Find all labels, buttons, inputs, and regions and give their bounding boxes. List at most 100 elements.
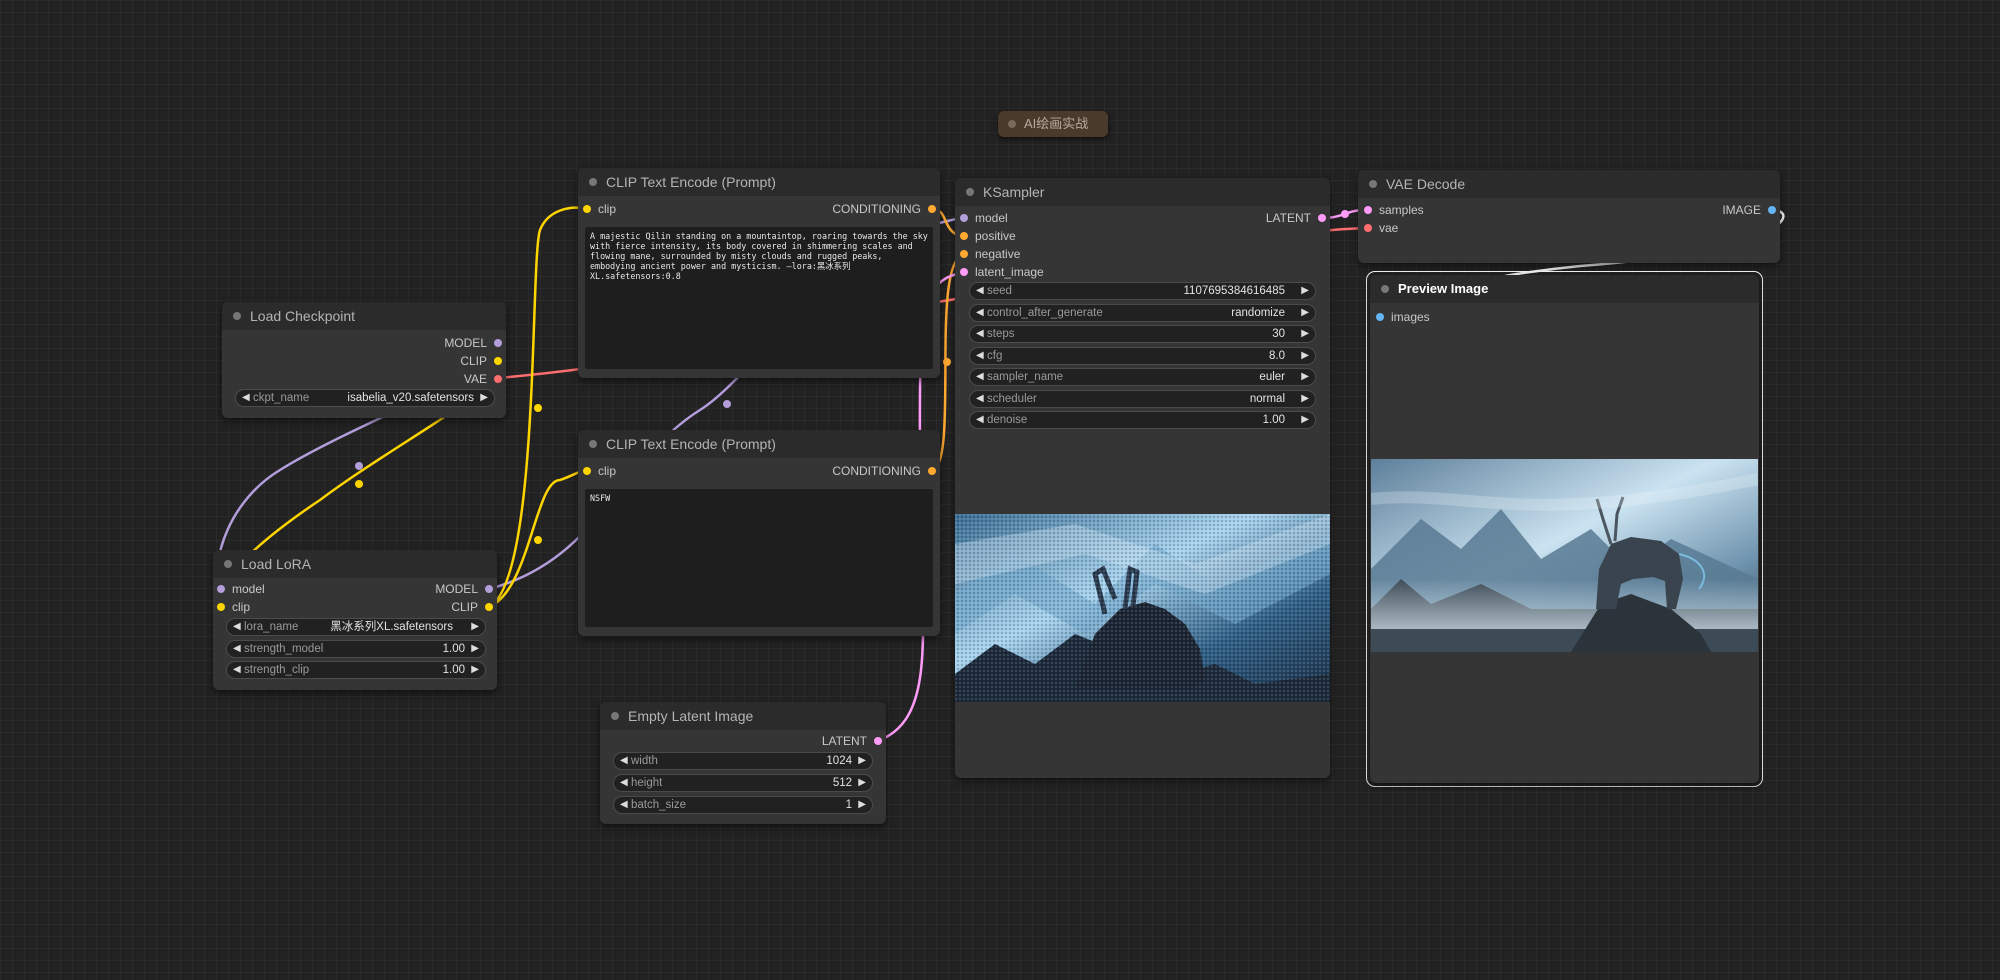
increment-arrow-icon[interactable]: ▶ — [1301, 391, 1309, 407]
output-slot-latent[interactable]: LATENT — [822, 733, 882, 749]
widget-strength-model[interactable]: ◀ strength_model 1.00 ▶ — [226, 640, 486, 658]
increment-arrow-icon[interactable]: ▶ — [471, 662, 479, 678]
input-slot-clip[interactable]: clip — [583, 463, 616, 479]
collapse-dot-icon[interactable] — [611, 712, 619, 720]
output-slot-clip[interactable]: CLIP — [460, 353, 502, 369]
decrement-arrow-icon[interactable]: ◀ — [976, 305, 984, 321]
slot-dot-icon[interactable] — [960, 214, 968, 222]
decrement-arrow-icon[interactable]: ◀ — [976, 369, 984, 385]
increment-arrow-icon[interactable]: ▶ — [471, 641, 479, 657]
decrement-arrow-icon[interactable]: ◀ — [976, 326, 984, 342]
decrement-arrow-icon[interactable]: ◀ — [620, 775, 628, 791]
node-empty-latent-image[interactable]: Empty Latent Image LATENT ◀ width 1024 ▶… — [600, 702, 886, 824]
increment-arrow-icon[interactable]: ▶ — [1301, 348, 1309, 364]
prompt-textarea[interactable]: A majestic Qilin standing on a mountaint… — [585, 227, 933, 369]
widget-lora-name[interactable]: ◀ lora_name 黑冰系列XL.safetensors ▶ — [226, 618, 486, 636]
output-slot-clip[interactable]: CLIP — [451, 599, 493, 615]
widget-width[interactable]: ◀ width 1024 ▶ — [613, 752, 873, 770]
node-title-bar[interactable]: VAE Decode — [1358, 170, 1780, 198]
output-slot-image[interactable]: IMAGE — [1722, 202, 1776, 218]
decrement-arrow-icon[interactable]: ◀ — [976, 391, 984, 407]
decrement-arrow-icon[interactable]: ◀ — [233, 619, 241, 635]
output-slot-latent[interactable]: LATENT — [1266, 210, 1326, 226]
output-slot-conditioning[interactable]: CONDITIONING — [832, 463, 936, 479]
decrement-arrow-icon[interactable]: ◀ — [233, 641, 241, 657]
node-title-bar[interactable]: Load LoRA — [213, 550, 497, 578]
collapse-dot-icon[interactable] — [589, 440, 597, 448]
collapse-dot-icon[interactable] — [966, 188, 974, 196]
decrement-arrow-icon[interactable]: ◀ — [976, 283, 984, 299]
decrement-arrow-icon[interactable]: ◀ — [233, 662, 241, 678]
widget-denoise[interactable]: ◀ denoise 1.00 ▶ — [969, 411, 1316, 429]
decrement-arrow-icon[interactable]: ◀ — [620, 753, 628, 769]
widget-ckpt-name[interactable]: ◀ ckpt_name isabelia_v20.safetensors ▶ — [235, 389, 495, 407]
slot-dot-icon[interactable] — [1364, 206, 1372, 214]
output-slot-model[interactable]: MODEL — [435, 581, 493, 597]
node-load-checkpoint[interactable]: Load Checkpoint MODEL CLIP VAE ◀ ckpt_na… — [222, 302, 506, 418]
output-slot-conditioning[interactable]: CONDITIONING — [832, 201, 936, 217]
slot-dot-icon[interactable] — [583, 205, 591, 213]
input-slot-vae[interactable]: vae — [1364, 220, 1398, 236]
widget-seed[interactable]: ◀ seed 1107695384616485 ▶ — [969, 282, 1316, 300]
input-slot-samples[interactable]: samples — [1364, 202, 1424, 218]
collapse-dot-icon[interactable] — [224, 560, 232, 568]
increment-arrow-icon[interactable]: ▶ — [858, 753, 866, 769]
decrement-arrow-icon[interactable]: ◀ — [976, 348, 984, 364]
slot-dot-icon[interactable] — [217, 603, 225, 611]
slot-dot-icon[interactable] — [583, 467, 591, 475]
slot-dot-icon[interactable] — [217, 585, 225, 593]
input-slot-latent-image[interactable]: latent_image — [960, 264, 1044, 280]
decrement-arrow-icon[interactable]: ◀ — [242, 390, 250, 406]
increment-arrow-icon[interactable]: ▶ — [480, 390, 488, 406]
node-title-bar[interactable]: Preview Image — [1370, 275, 1759, 303]
slot-dot-icon[interactable] — [1364, 224, 1372, 232]
output-slot-model[interactable]: MODEL — [444, 335, 502, 351]
slot-dot-icon[interactable] — [960, 250, 968, 258]
input-slot-model[interactable]: model — [960, 210, 1008, 226]
input-slot-clip[interactable]: clip — [583, 201, 616, 217]
node-clip-text-encode-negative[interactable]: CLIP Text Encode (Prompt) clip CONDITION… — [578, 430, 940, 636]
input-slot-negative[interactable]: negative — [960, 246, 1020, 262]
widget-sampler-name[interactable]: ◀ sampler_name euler ▶ — [969, 368, 1316, 386]
slot-dot-icon[interactable] — [928, 467, 936, 475]
node-clip-text-encode-positive[interactable]: CLIP Text Encode (Prompt) clip CONDITION… — [578, 168, 940, 378]
slot-dot-icon[interactable] — [485, 585, 493, 593]
node-load-lora[interactable]: Load LoRA model clip MODEL CLIP ◀ lora_n… — [213, 550, 497, 690]
decrement-arrow-icon[interactable]: ◀ — [620, 797, 628, 813]
output-slot-vae[interactable]: VAE — [464, 371, 502, 387]
slot-dot-icon[interactable] — [960, 268, 968, 276]
slot-dot-icon[interactable] — [494, 357, 502, 365]
widget-strength-clip[interactable]: ◀ strength_clip 1.00 ▶ — [226, 661, 486, 679]
collapse-dot-icon[interactable] — [233, 312, 241, 320]
increment-arrow-icon[interactable]: ▶ — [858, 797, 866, 813]
slot-dot-icon[interactable] — [874, 737, 882, 745]
slot-dot-icon[interactable] — [1768, 206, 1776, 214]
increment-arrow-icon[interactable]: ▶ — [1301, 326, 1309, 342]
increment-arrow-icon[interactable]: ▶ — [858, 775, 866, 791]
increment-arrow-icon[interactable]: ▶ — [1301, 283, 1309, 299]
input-slot-images[interactable]: images — [1376, 309, 1430, 325]
group-title-badge[interactable]: AI绘画实战 — [998, 111, 1108, 137]
node-title-bar[interactable]: Empty Latent Image — [600, 702, 886, 730]
collapse-dot-icon[interactable] — [1369, 180, 1377, 188]
slot-dot-icon[interactable] — [1318, 214, 1326, 222]
increment-arrow-icon[interactable]: ▶ — [471, 619, 479, 635]
input-slot-clip[interactable]: clip — [217, 599, 250, 615]
slot-dot-icon[interactable] — [960, 232, 968, 240]
node-title-bar[interactable]: CLIP Text Encode (Prompt) — [578, 168, 940, 196]
node-ksampler[interactable]: KSampler model positive negative latent_… — [955, 178, 1330, 778]
slot-dot-icon[interactable] — [494, 375, 502, 383]
input-slot-positive[interactable]: positive — [960, 228, 1016, 244]
widget-height[interactable]: ◀ height 512 ▶ — [613, 774, 873, 792]
slot-dot-icon[interactable] — [485, 603, 493, 611]
collapse-dot-icon[interactable] — [589, 178, 597, 186]
decrement-arrow-icon[interactable]: ◀ — [976, 412, 984, 428]
slot-dot-icon[interactable] — [494, 339, 502, 347]
node-title-bar[interactable]: Load Checkpoint — [222, 302, 506, 330]
slot-dot-icon[interactable] — [928, 205, 936, 213]
slot-dot-icon[interactable] — [1376, 313, 1384, 321]
collapse-dot-icon[interactable] — [1381, 285, 1389, 293]
increment-arrow-icon[interactable]: ▶ — [1301, 369, 1309, 385]
increment-arrow-icon[interactable]: ▶ — [1301, 412, 1309, 428]
widget-scheduler[interactable]: ◀ scheduler normal ▶ — [969, 390, 1316, 408]
